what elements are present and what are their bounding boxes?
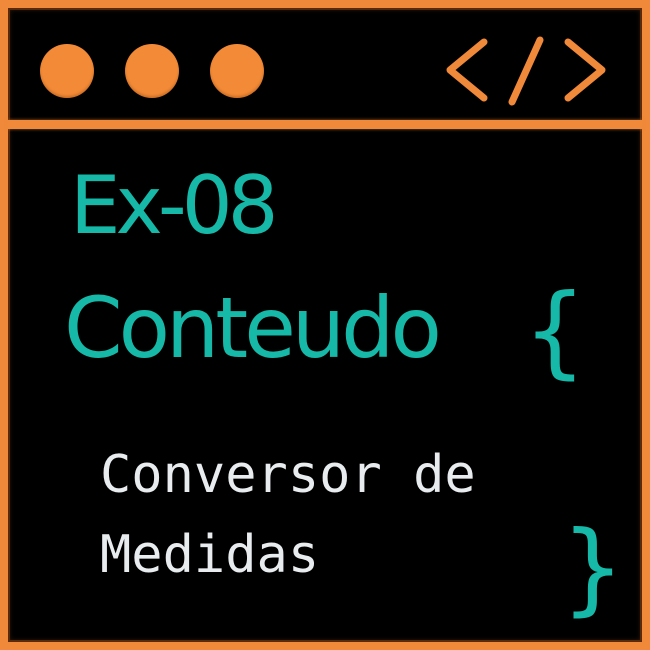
exercise-number: Ex-08: [70, 159, 279, 252]
window-control-dot[interactable]: [125, 44, 179, 98]
window-frame: Ex-08 Conteudo { Conversor de Medidas }: [0, 0, 650, 650]
code-brackets-icon: [446, 36, 606, 106]
title-divider: [8, 120, 642, 129]
close-brace: }: [561, 509, 625, 626]
subtitle-line-2: Medidas: [100, 525, 320, 585]
open-brace: {: [523, 272, 587, 389]
content-heading: Conteudo: [64, 279, 442, 377]
window-control-dot[interactable]: [40, 44, 94, 98]
title-bar: [8, 8, 642, 120]
window-control-dot[interactable]: [210, 44, 264, 98]
subtitle-line-1: Conversor de: [100, 445, 476, 505]
